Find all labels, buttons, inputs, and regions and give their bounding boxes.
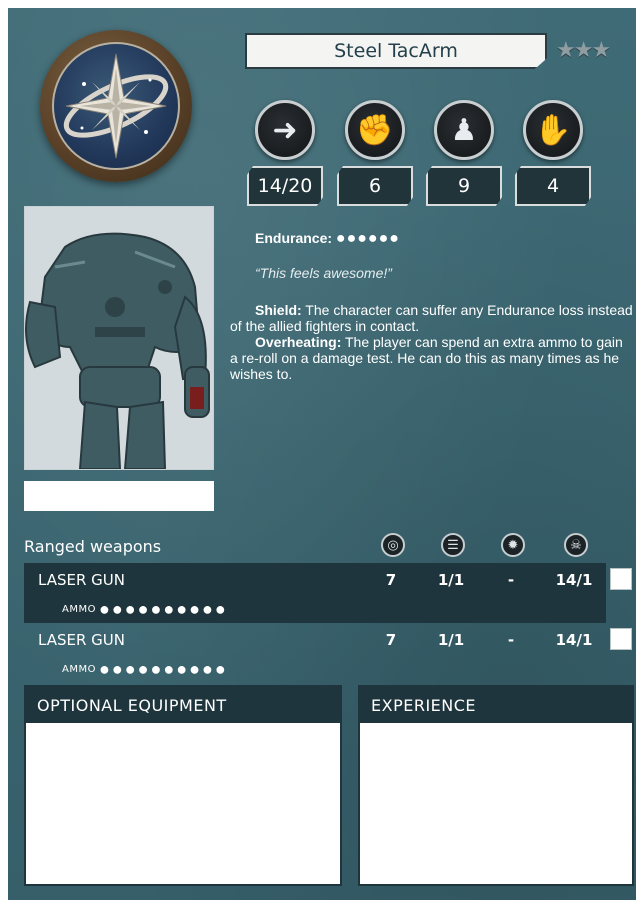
portrait-name-plate [24, 481, 214, 511]
weapon-select-checkbox[interactable] [610, 568, 632, 590]
defense-armor-icon: ♟ [434, 100, 494, 160]
character-name: Steel TacArm [334, 40, 458, 62]
weapon-name: LASER GUN [38, 571, 125, 589]
weapon-range: 7 [385, 571, 397, 589]
weapon-range: 7 [385, 631, 397, 649]
endurance-dots: ●●●●●● [335, 230, 400, 247]
gear-blast-icon: ✹ [501, 533, 525, 557]
experience-header: EXPERIENCE [360, 687, 632, 723]
ammo-label: AMMO [62, 603, 96, 615]
rank-stars-icon: ★★★ [556, 37, 611, 62]
ammo-dots: ●●●●●●●●●● [99, 598, 228, 619]
ability-name: Shield: [255, 302, 302, 318]
stat-movement-value: 14/20 [247, 166, 323, 206]
ability-shield: Shield: The character can suffer any End… [230, 302, 634, 334]
burst-icon: ☰ [441, 533, 465, 557]
experience-panel: EXPERIENCE [358, 685, 634, 886]
character-portrait [24, 206, 214, 470]
weapon-row: LASER GUN 7 1/1 - 14/1 [24, 565, 606, 595]
ammo-dots: ●●●●●●●●●● [99, 658, 228, 679]
endurance-label: Endurance: [255, 230, 333, 246]
endurance-stat: Endurance: ●●●●●● [255, 230, 400, 248]
attack-claw-icon: ✋ [523, 100, 583, 160]
optional-equipment-panel: OPTIONAL EQUIPMENT [24, 685, 342, 886]
compass-star-icon [52, 42, 180, 170]
target-icon: ◎ [381, 533, 405, 557]
optional-equipment-header: OPTIONAL EQUIPMENT [26, 687, 340, 723]
weapon-damage: 14/1 [555, 631, 593, 649]
weapon-shots: 1/1 [437, 631, 465, 649]
flavor-quote: “This feels awesome!” [255, 265, 392, 281]
ability-rules: Shield: The character can suffer any End… [230, 302, 634, 382]
weapon-blast: - [507, 631, 515, 649]
ranged-weapons-label: Ranged weapons [24, 537, 162, 556]
ability-name: Overheating: [255, 334, 342, 350]
stat-melee-value: 6 [337, 166, 413, 206]
ability-overheating: Overheating: The player can spend an ext… [230, 334, 634, 382]
ammo-label: AMMO [62, 663, 96, 675]
weapon-row: LASER GUN 7 1/1 - 14/1 [24, 625, 606, 655]
movement-arrow-icon: ➜ [255, 100, 315, 160]
ammo-row: AMMO ●●●●●●●●●● [24, 596, 606, 622]
stat-defense-value: 9 [426, 166, 502, 206]
stat-attack-value: 4 [515, 166, 591, 206]
faction-emblem [40, 30, 192, 182]
melee-fist-icon: ✊ [345, 100, 405, 160]
weapon-name: LASER GUN [38, 631, 125, 649]
skull-icon: ☠ [564, 533, 588, 557]
weapon-damage: 14/1 [555, 571, 593, 589]
character-card: Steel TacArm ★★★ ➜ ✊ ♟ ✋ 14/20 6 9 4 End… [8, 8, 636, 900]
weapon-select-checkbox[interactable] [610, 628, 632, 650]
character-name-plate: Steel TacArm [245, 33, 547, 69]
weapon-blast: - [507, 571, 515, 589]
ammo-row: AMMO ●●●●●●●●●● [24, 656, 606, 682]
weapon-shots: 1/1 [437, 571, 465, 589]
